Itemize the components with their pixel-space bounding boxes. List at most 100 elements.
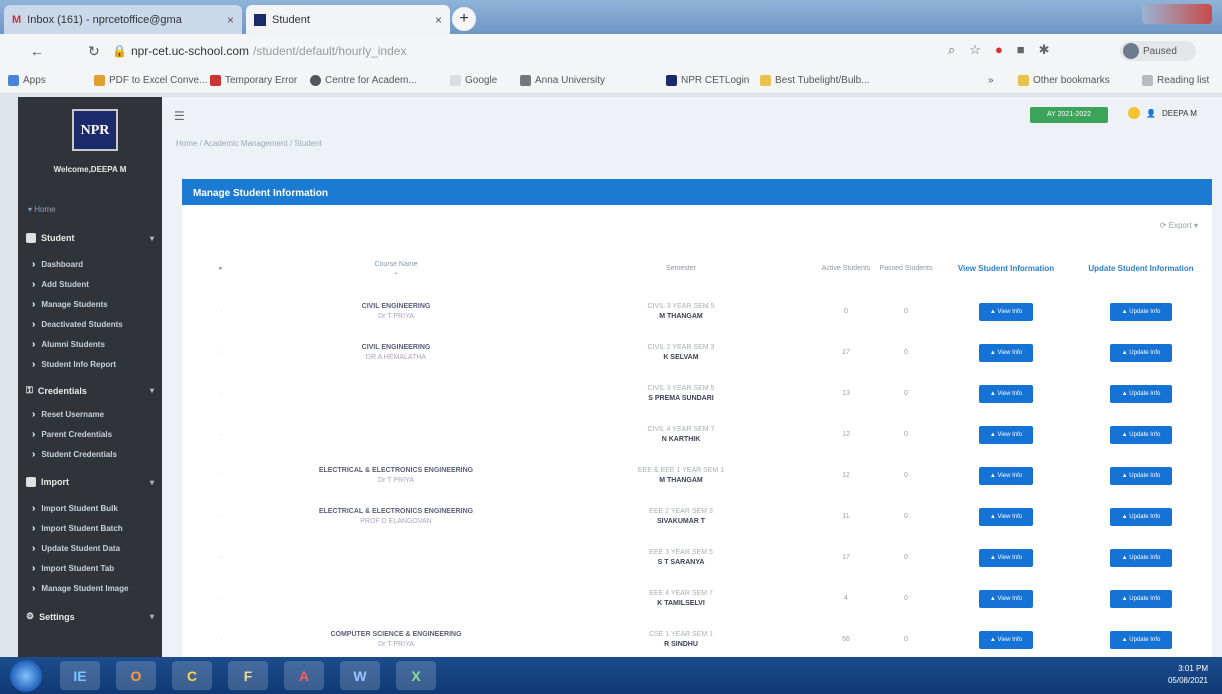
taskbar-excel-icon[interactable]: X: [396, 661, 436, 690]
back-arrow-icon[interactable]: ←: [30, 43, 44, 59]
bookmarks-more[interactable]: »: [988, 75, 994, 86]
bookmark-apps[interactable]: Apps: [8, 75, 46, 86]
extension-icon[interactable]: ■: [1017, 42, 1025, 58]
sidebar-item-parent-credentials[interactable]: Parent Credentials: [32, 429, 112, 440]
update-info-button[interactable]: ▲ Update Info: [1110, 343, 1172, 362]
key-icon: ⚿: [26, 385, 33, 395]
bookmark-npr-login[interactable]: NPR CETLogin: [666, 75, 749, 86]
passed-count: 0: [904, 513, 908, 520]
star-icon[interactable]: ☆: [969, 42, 981, 58]
view-info-button[interactable]: ▲ View Info: [979, 507, 1033, 526]
zoom-icon[interactable]: ⌕: [948, 42, 955, 58]
close-icon[interactable]: ×: [227, 13, 234, 27]
view-info-button[interactable]: ▲ View Info: [979, 630, 1033, 649]
export-button[interactable]: ⟳ Export ▾: [1160, 221, 1198, 230]
view-info-button[interactable]: ▲ View Info: [979, 589, 1033, 608]
sidebar-item-dashboard[interactable]: Dashboard: [32, 259, 83, 270]
row-expand-icon[interactable]: ·: [196, 373, 246, 414]
profile-button[interactable]: Paused: [1120, 41, 1196, 61]
sidebar-section-credentials[interactable]: ⚿ Credentials ▾: [26, 385, 154, 396]
sidebar-item-deactivated[interactable]: Deactivated Students: [32, 319, 122, 330]
row-expand-icon[interactable]: ·: [196, 578, 246, 619]
sidebar-section-import[interactable]: Import ▾: [26, 477, 154, 487]
row-expand-icon[interactable]: ·: [196, 455, 246, 496]
academic-year-badge[interactable]: AY 2021-2022: [1030, 107, 1108, 123]
address-bar-row: ← ↻ 🔒 npr-cet.uc-school.com/student/defa…: [0, 34, 1222, 68]
view-info-button[interactable]: ▲ View Info: [979, 384, 1033, 403]
tab-student[interactable]: Student ×: [246, 5, 450, 34]
bookmark-google[interactable]: Google: [450, 75, 497, 86]
sidebar-item-alumni[interactable]: Alumni Students: [32, 339, 105, 350]
bookmark-tubelight[interactable]: Best Tubelight/Bulb...: [760, 75, 870, 86]
taskbar-ie-icon[interactable]: IE: [60, 661, 100, 690]
windows-taskbar: IE O C F A W X 3:01 PM 05/08/2021: [0, 657, 1222, 694]
puzzle-icon[interactable]: ✱: [1039, 42, 1050, 58]
menu-toggle-icon[interactable]: ☰: [174, 109, 185, 123]
update-info-button[interactable]: ▲ Update Info: [1110, 466, 1172, 485]
bookmark-pdf[interactable]: PDF to Excel Conve...: [94, 75, 207, 86]
sidebar-item-manage-students[interactable]: Manage Students: [32, 299, 107, 310]
update-info-button[interactable]: ▲ Update Info: [1110, 302, 1172, 321]
bookmark-temp-error[interactable]: Temporary Error: [210, 75, 297, 86]
opera-icon[interactable]: ●: [995, 42, 1003, 58]
passed-count: 0: [904, 431, 908, 438]
bookmark-anna[interactable]: Anna University: [520, 75, 605, 86]
user-menu[interactable]: 👤 DEEPA M: [1128, 107, 1197, 119]
update-info-button[interactable]: ▲ Update Info: [1110, 425, 1172, 444]
sidebar-section-settings[interactable]: ⚙ Settings ▾: [26, 611, 154, 622]
sidebar-item-manage-image[interactable]: Manage Student Image: [32, 583, 128, 594]
sidebar-item-add-student[interactable]: Add Student: [32, 279, 89, 290]
start-button[interactable]: [10, 660, 42, 692]
sidebar-item-update-data[interactable]: Update Student Data: [32, 543, 120, 554]
view-info-button[interactable]: ▲ View Info: [979, 548, 1033, 567]
view-info-button[interactable]: ▲ View Info: [979, 425, 1033, 444]
view-info-button[interactable]: ▲ View Info: [979, 466, 1033, 485]
url-input[interactable]: 🔒 npr-cet.uc-school.com/student/default/…: [112, 40, 947, 62]
row-expand-icon[interactable]: ·: [196, 619, 246, 660]
taskbar-media-icon[interactable]: O: [116, 661, 156, 690]
update-info-button[interactable]: ▲ Update Info: [1110, 630, 1172, 649]
close-icon[interactable]: ×: [435, 13, 442, 27]
view-info-button[interactable]: ▲ View Info: [979, 302, 1033, 321]
address-bar-icons: ⌕ ☆ ● ■ ✱: [948, 42, 1050, 58]
sidebar-item-info-report[interactable]: Student Info Report: [32, 359, 116, 370]
taskbar-chrome-icon[interactable]: C: [172, 661, 212, 690]
system-tray-clock[interactable]: 3:01 PM 05/08/2021: [1168, 663, 1208, 687]
taskbar-explorer-icon[interactable]: F: [228, 661, 268, 690]
sidebar-item-import-bulk[interactable]: Import Student Bulk: [32, 503, 117, 514]
header-view-info: View Student Information: [957, 263, 1055, 273]
sidebar-item-import-tab[interactable]: Import Student Tab: [32, 563, 114, 574]
view-info-button[interactable]: ▲ View Info: [979, 343, 1033, 362]
new-tab-button[interactable]: +: [452, 7, 476, 31]
row-expand-icon[interactable]: ·: [196, 496, 246, 537]
update-info-button[interactable]: ▲ Update Info: [1110, 384, 1172, 403]
tab-inbox[interactable]: M Inbox (161) - nprcetoffice@gma ×: [4, 5, 242, 34]
taskbar-word-icon[interactable]: W: [340, 661, 380, 690]
user-icon: ▲: [1121, 595, 1128, 602]
sidebar-home[interactable]: ▾ Home: [28, 205, 56, 214]
bookmark-other[interactable]: Other bookmarks: [1018, 75, 1110, 86]
row-expand-icon[interactable]: ·: [196, 414, 246, 455]
sidebar-item-student-credentials[interactable]: Student Credentials: [32, 449, 117, 460]
sidebar-item-import-batch[interactable]: Import Student Batch: [32, 523, 122, 534]
reload-icon[interactable]: ↻: [88, 43, 100, 60]
row-expand-icon[interactable]: ·: [196, 291, 246, 332]
sidebar-section-student[interactable]: Student ▾: [26, 233, 154, 243]
semester-cell: CSE 1 YEAR SEM 1R SINDHU: [648, 631, 714, 648]
update-info-button[interactable]: ▲ Update Info: [1110, 589, 1172, 608]
tab-inbox-title: Inbox (161) - nprcetoffice@gma: [27, 13, 182, 26]
row-expand-icon[interactable]: ·: [196, 332, 246, 373]
header-course-name[interactable]: Course Name ⌄: [246, 245, 546, 291]
bookmark-reading-list[interactable]: Reading list: [1142, 75, 1209, 86]
bookmark-centre[interactable]: Centre for Academ...: [310, 75, 417, 86]
bell-icon[interactable]: [1128, 107, 1140, 119]
window-controls[interactable]: [1142, 4, 1212, 24]
update-info-button[interactable]: ▲ Update Info: [1110, 507, 1172, 526]
sidebar-item-reset-username[interactable]: Reset Username: [32, 409, 104, 420]
update-info-button[interactable]: ▲ Update Info: [1110, 548, 1172, 567]
taskbar-acrobat-icon[interactable]: A: [284, 661, 324, 690]
row-expand-icon[interactable]: ·: [196, 537, 246, 578]
breadcrumb: Home / Academic Management / Student: [176, 139, 322, 148]
header-active-students: Active Students: [821, 264, 871, 272]
chevron-down-icon: ▾: [149, 386, 154, 395]
